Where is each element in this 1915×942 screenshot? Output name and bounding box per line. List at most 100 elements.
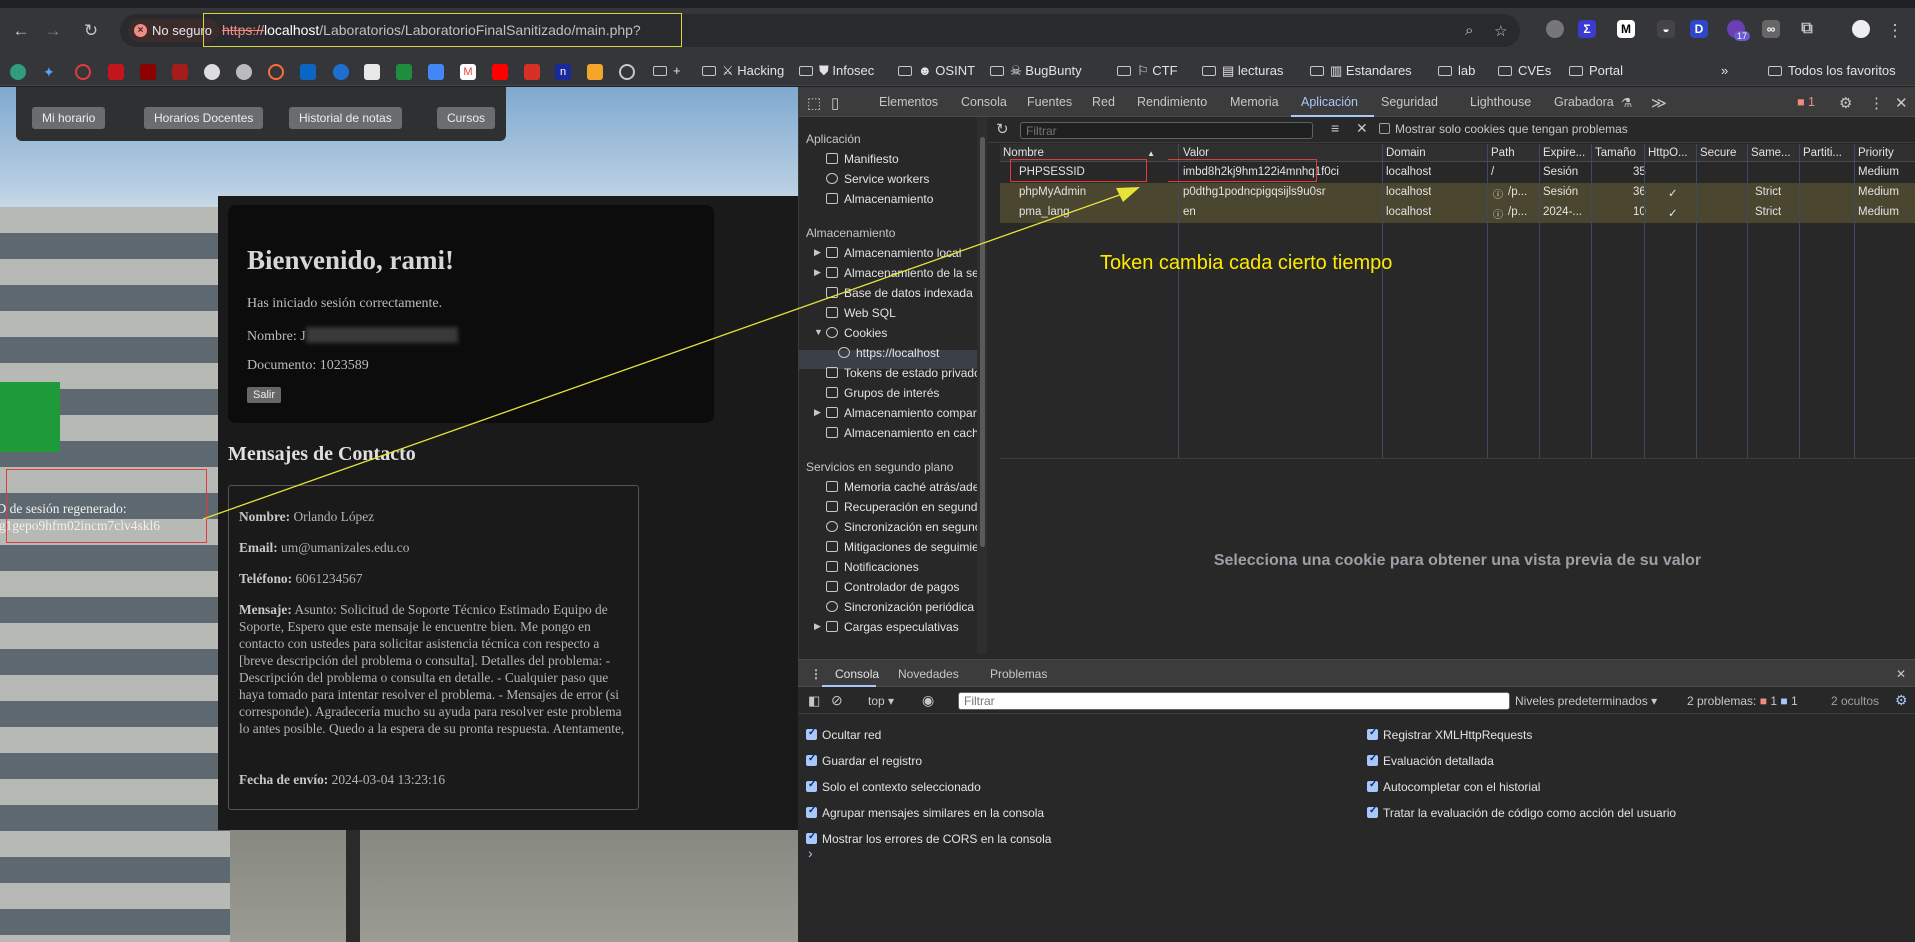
bookmark-folder-bugbunty[interactable]: ☠ BugBunty — [990, 63, 1082, 79]
collapse-arrow-icon[interactable]: ▼ — [814, 327, 823, 337]
reload-icon[interactable]: ↻ — [80, 20, 102, 42]
option-preserve-log[interactable]: Guardar el registro — [806, 753, 922, 768]
bookmark-folder-lab[interactable]: lab — [1438, 63, 1475, 78]
sidebar-item-periodic-sync[interactable]: Sincronización periódica — [826, 600, 974, 614]
bookmark-icon[interactable] — [524, 64, 540, 80]
column-divider[interactable] — [1644, 144, 1645, 458]
bookmark-folder-portal[interactable]: Portal — [1569, 63, 1623, 78]
drawer-tab-novedades[interactable]: Novedades — [898, 667, 959, 681]
bookmark-icon[interactable] — [333, 64, 349, 80]
bookmark-folder-ctf[interactable]: ⚐ CTF — [1117, 63, 1178, 79]
option-group-similar[interactable]: Agrupar mensajes similares en la consola — [806, 805, 1044, 820]
sidebar-item-cache-storage[interactable]: Almacenamiento en cach — [826, 426, 979, 440]
sidebar-item-session-storage[interactable]: ▶ Almacenamiento de la se — [814, 266, 979, 280]
avatar[interactable] — [1852, 20, 1870, 38]
sidebar-item-storage[interactable]: Almacenamiento — [826, 192, 933, 206]
expand-arrow-icon[interactable]: ▶ — [814, 407, 821, 418]
col-valor[interactable]: Valor — [1183, 147, 1209, 159]
sidebar-item-interest-groups[interactable]: Grupos de interés — [826, 386, 939, 400]
tab-red[interactable]: Red — [1092, 95, 1115, 109]
tab-fuentes[interactable]: Fuentes — [1027, 95, 1072, 109]
option-log-xhr[interactable]: Registrar XMLHttpRequests — [1367, 727, 1532, 742]
col-expires[interactable]: Expire... — [1543, 147, 1585, 159]
extension-icon[interactable] — [1546, 20, 1564, 38]
drawer-tab-consola[interactable]: Consola — [835, 667, 879, 681]
sidebar-item-manifest[interactable]: Manifiesto — [826, 152, 899, 166]
sidebar-item-local-storage[interactable]: ▶ Almacenamiento local — [814, 246, 961, 260]
column-divider[interactable] — [1696, 144, 1697, 458]
info-icon[interactable]: ⓘ — [1493, 206, 1503, 221]
bookmark-folder-infosec[interactable]: ⛊ Infosec — [799, 63, 874, 79]
table-row[interactable]: phpMyAdmin p0dthg1podncpigqsijls9u0sr lo… — [1000, 183, 1915, 203]
extension-icon[interactable]: M — [1617, 20, 1635, 38]
nav-historial-notas[interactable]: Historial de notas — [289, 107, 402, 129]
tab-memoria[interactable]: Memoria — [1230, 95, 1279, 109]
option-autocomplete-history[interactable]: Autocompletar con el historial — [1367, 779, 1540, 794]
tab-lighthouse[interactable]: Lighthouse — [1470, 95, 1531, 109]
sidebar-item-bfcache[interactable]: Memoria caché atrás/ade — [826, 480, 979, 494]
bookmark-icon[interactable] — [428, 64, 444, 80]
col-priority[interactable]: Priority — [1858, 147, 1894, 159]
delete-selected-icon[interactable]: ✕ — [1356, 120, 1368, 137]
nav-mi-horario[interactable]: Mi horario — [32, 107, 106, 129]
issues-counter[interactable]: ■ 1 — [1797, 95, 1815, 109]
col-domain[interactable]: Domain — [1386, 147, 1426, 159]
bookmark-icon[interactable] — [587, 64, 603, 80]
column-divider[interactable] — [1747, 144, 1748, 458]
bookmark-icon[interactable] — [364, 64, 380, 80]
bookmark-folder-lecturas[interactable]: ▤ lecturas — [1202, 63, 1283, 79]
bookmark-icon[interactable]: n — [555, 64, 571, 80]
clear-console-icon[interactable]: ⊘ — [831, 692, 843, 709]
expand-arrow-icon[interactable]: ▶ — [814, 247, 821, 258]
bookmark-folder-osint[interactable]: ☻ OSINT — [898, 63, 975, 78]
sidebar-item-cookie-origin[interactable]: https://localhost — [838, 346, 939, 360]
tab-rendimiento[interactable]: Rendimiento — [1137, 95, 1207, 109]
col-samesite[interactable]: Same... — [1751, 147, 1791, 159]
bookmark-icon[interactable] — [268, 64, 284, 80]
more-options-icon[interactable]: ⋮ — [1869, 94, 1884, 112]
col-httponly[interactable]: HttpO... — [1648, 147, 1688, 159]
gmail-icon[interactable]: M — [460, 64, 476, 80]
sidebar-item-notifications[interactable]: Notificaciones — [826, 560, 919, 574]
sidebar-item-cookies[interactable]: ▼ Cookies — [814, 326, 887, 340]
sidebar-item-bounce-tracking[interactable]: Mitigaciones de seguimie — [826, 540, 979, 554]
console-prompt-icon[interactable]: › — [808, 845, 813, 861]
col-path[interactable]: Path — [1491, 147, 1515, 159]
extension-icon[interactable]: ∞ — [1762, 20, 1780, 38]
sidebar-item-payment-handler[interactable]: Controlador de pagos — [826, 580, 959, 594]
bookmark-icon[interactable] — [396, 64, 412, 80]
option-hide-network[interactable]: Ocultar red — [806, 727, 881, 742]
column-divider[interactable] — [1591, 144, 1592, 458]
bookmark-icon[interactable] — [10, 64, 26, 80]
expand-arrow-icon[interactable]: ▶ — [814, 621, 821, 632]
problems-counter[interactable]: 2 problemas: ■ 1 ■ 1 — [1687, 694, 1798, 708]
eye-icon[interactable]: ◉ — [922, 692, 934, 709]
column-divider[interactable] — [1178, 144, 1179, 458]
sidebar-item-private-state-tokens[interactable]: Tokens de estado privado — [826, 366, 981, 380]
bookmark-star-icon[interactable]: ☆ — [1494, 22, 1507, 40]
more-bookmarks-icon[interactable]: » — [1721, 63, 1728, 78]
console-filter-input[interactable] — [958, 692, 1510, 710]
bookmark-icon[interactable] — [140, 64, 156, 80]
sidebar-toggle-icon[interactable]: ◧ — [808, 693, 820, 709]
url-text[interactable]: https://localhost/Laboratorios/Laborator… — [222, 22, 641, 38]
option-eager-eval[interactable]: Evaluación detallada — [1367, 753, 1494, 768]
bookmark-folder-cves[interactable]: CVEs — [1498, 63, 1551, 78]
extension-icon[interactable]: Σ — [1578, 20, 1596, 38]
refresh-icon[interactable]: ↻ — [996, 120, 1009, 138]
context-select[interactable]: top ▾ — [868, 694, 894, 708]
zoom-icon[interactable]: ⌕ — [1465, 22, 1473, 39]
info-icon[interactable]: ⓘ — [1493, 186, 1503, 201]
device-toggle-icon[interactable]: ▯ — [831, 94, 839, 112]
column-divider[interactable] — [1854, 144, 1855, 458]
sidebar-item-background-fetch[interactable]: Recuperación en segundo — [826, 500, 984, 514]
sidebar-item-speculative-loads[interactable]: ▶ Cargas especulativas — [814, 620, 959, 634]
option-selected-context[interactable]: Solo el contexto seleccionado — [806, 779, 981, 794]
nav-horarios-docentes[interactable]: Horarios Docentes — [144, 107, 264, 129]
column-divider[interactable] — [1487, 144, 1488, 458]
inspect-icon[interactable]: ⬚ — [807, 94, 821, 112]
address-bar[interactable]: × No seguro https://localhost/Laboratorio… — [120, 13, 1520, 47]
bookmark-icon[interactable] — [204, 64, 220, 80]
option-cors-errors[interactable]: Mostrar los errores de CORS en la consol… — [806, 831, 1051, 846]
close-devtools-icon[interactable]: ✕ — [1895, 94, 1908, 112]
